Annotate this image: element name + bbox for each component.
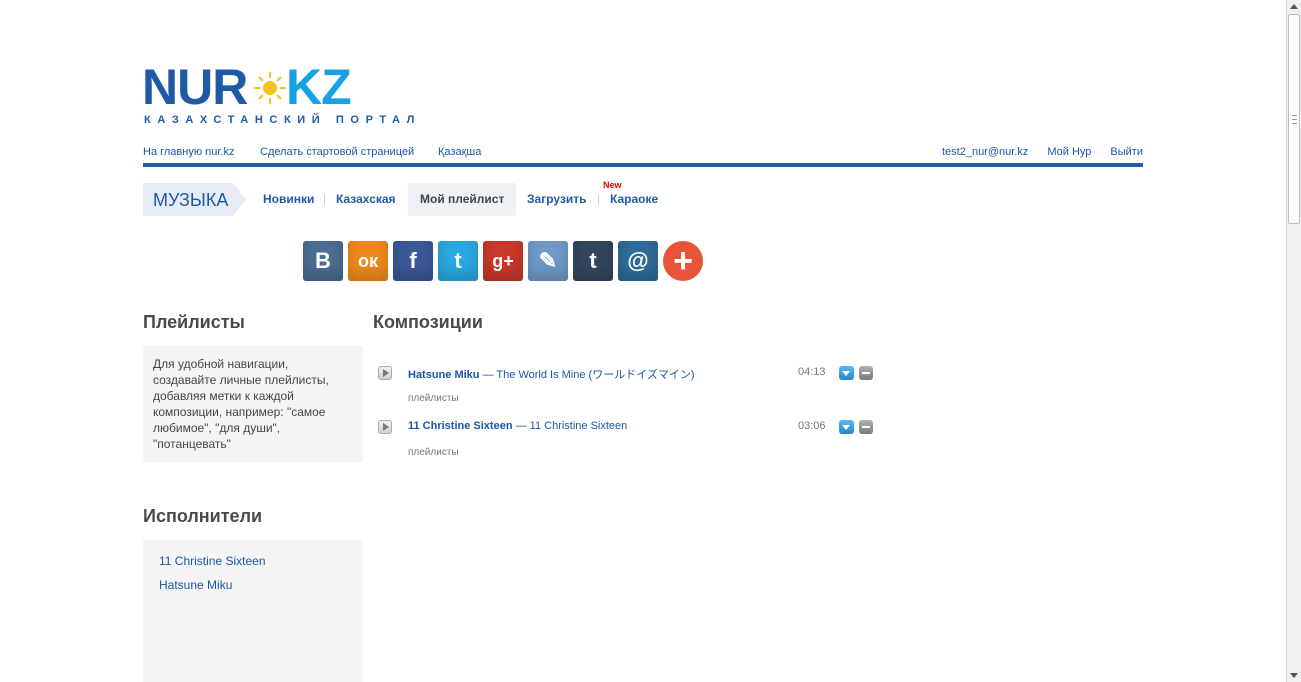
track-title-link[interactable]: Hatsune Miku — The World Is Mine (ワールドイズ… (408, 366, 695, 382)
menu-karaoke[interactable]: Караоке (610, 192, 658, 206)
tumblr-icon[interactable]: t (573, 241, 613, 281)
top-navigation: На главную nur.kz Сделать стартовой стра… (143, 146, 1143, 160)
logo-subtitle: КАЗАХСТАНСКИЙ ПОРТАЛ (144, 114, 421, 126)
download-icon[interactable] (839, 420, 854, 434)
logo-kz-text: KZ (286, 59, 352, 115)
menu-separator: | (323, 193, 326, 205)
odnoklassniki-icon[interactable]: ок (348, 241, 388, 281)
header-divider (143, 163, 1143, 167)
more-share-icon[interactable]: + (663, 241, 703, 281)
logout-link[interactable]: Выйти (1110, 146, 1143, 158)
vertical-scrollbar[interactable] (1286, 0, 1301, 682)
track-artist: 11 Christine Sixteen (408, 420, 513, 432)
start-page-link[interactable]: Сделать стартовой страницей (260, 146, 414, 158)
artist-link[interactable]: Hatsune Miku (159, 578, 232, 592)
playlists-heading: Плейлисты (143, 312, 245, 332)
scroll-down-arrow-icon[interactable] (1290, 673, 1298, 678)
google-plus-icon[interactable]: g+ (483, 241, 523, 281)
grip-icon (1292, 115, 1297, 124)
playlists-info-text: Для удобной навигации, создавайте личные… (153, 357, 329, 451)
menu-new[interactable]: Новинки (263, 192, 314, 206)
track-duration: 03:06 (798, 420, 826, 432)
track-playlists-label[interactable]: плейлисты (408, 393, 459, 404)
menu-kazakh[interactable]: Казахская (336, 192, 396, 206)
menu-separator: | (597, 193, 600, 205)
my-nur-link[interactable]: Мой Нур (1047, 146, 1091, 158)
artists-box: 11 Christine Sixteen Hatsune Miku (143, 540, 363, 682)
section-title-tag: МУЗЫКА (143, 183, 246, 216)
download-icon[interactable] (839, 366, 854, 380)
menu-upload[interactable]: Загрузить (527, 192, 586, 206)
artist-link[interactable]: 11 Christine Sixteen (159, 554, 266, 568)
site-logo[interactable]: NUR KZ КАЗАХСТАНСКИЙ ПОРТАЛ (142, 59, 414, 128)
track-title-link[interactable]: 11 Christine Sixteen — 11 Christine Sixt… (408, 420, 627, 432)
track-row: Hatsune Miku — The World Is Mine (ワールドイズ… (373, 358, 893, 408)
livejournal-icon[interactable]: ✎ (528, 241, 568, 281)
track-name: — 11 Christine Sixteen (512, 420, 628, 432)
track-duration: 04:13 (798, 366, 826, 378)
menu-my-playlist[interactable]: Мой плейлист (420, 192, 504, 206)
play-icon[interactable] (378, 420, 392, 434)
compositions-heading: Композиции (373, 312, 483, 332)
scrollbar-thumb[interactable] (1288, 14, 1300, 224)
play-icon[interactable] (378, 366, 392, 380)
facebook-icon[interactable]: f (393, 241, 433, 281)
new-badge: New (603, 180, 622, 190)
share-buttons: Вок f t g+ ✎ t @ + (303, 241, 703, 281)
logo-nur-text: NUR (142, 59, 248, 115)
sun-icon (254, 72, 286, 104)
playlists-info-box: Для удобной навигации, создавайте личные… (143, 346, 363, 462)
scroll-up-arrow-icon[interactable] (1290, 4, 1298, 9)
track-row: 11 Christine Sixteen — 11 Christine Sixt… (373, 412, 893, 462)
artists-heading: Исполнители (143, 506, 263, 526)
remove-icon[interactable] (859, 366, 873, 380)
track-artist: Hatsune Miku (408, 369, 480, 381)
remove-icon[interactable] (859, 420, 873, 434)
home-link[interactable]: На главную nur.kz (143, 146, 235, 158)
section-title: МУЗЫКА (153, 190, 229, 210)
vkontakte-icon[interactable]: В (303, 241, 343, 281)
mailru-icon[interactable]: @ (618, 241, 658, 281)
user-email-link[interactable]: test2_nur@nur.kz (942, 146, 1028, 158)
track-name: — The World Is Mine (ワールドイズマイン) (479, 369, 695, 381)
twitter-icon[interactable]: t (438, 241, 478, 281)
track-playlists-label[interactable]: плейлисты (408, 447, 459, 458)
kazakh-language-link[interactable]: Қазақша (438, 146, 481, 158)
